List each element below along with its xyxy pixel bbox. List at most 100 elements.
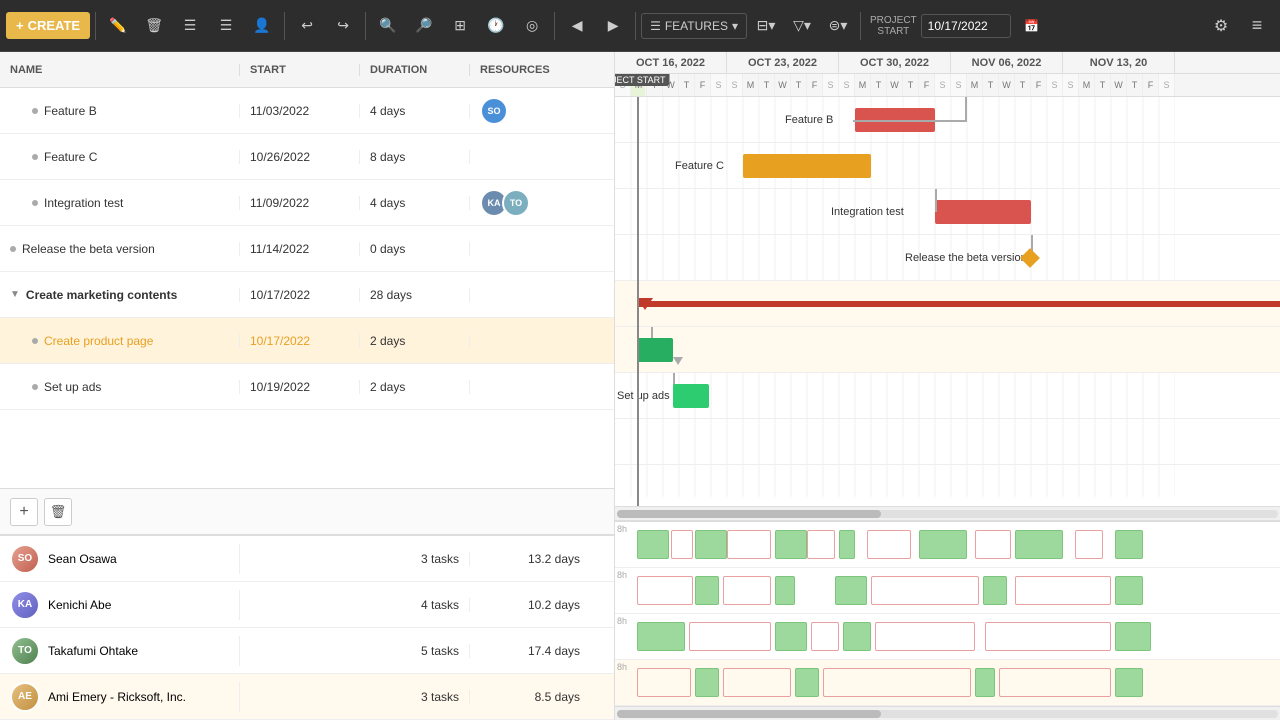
table-row[interactable]: Feature B 11/03/2022 4 days SO (0, 88, 614, 134)
resource-gantt-row: 8h (615, 660, 1280, 706)
gantt-header: OCT 16, 2022 OCT 23, 2022 OCT 30, 2022 N… (615, 52, 1280, 97)
separator-6 (860, 12, 861, 40)
gantt-day-cell: W (887, 74, 903, 96)
separator-2 (284, 12, 285, 40)
gantt-day-cell: F (919, 74, 935, 96)
create-label: CREATE (28, 18, 80, 33)
dependency-line (965, 97, 967, 120)
resource-row[interactable]: SO Sean Osawa 3 tasks 13.2 days (0, 536, 614, 582)
workload-block (919, 530, 967, 559)
cell-name: ▼ Create marketing contents (0, 288, 240, 302)
separator-4 (554, 12, 555, 40)
undo-button[interactable]: ↩ (290, 9, 324, 43)
gantt-days-row: PROJECT START (() => { const daysRow = d… (615, 74, 1280, 96)
next-button[interactable]: ▶ (596, 9, 630, 43)
project-start-date-input[interactable] (921, 14, 1011, 38)
resource-row[interactable]: TO Takafumi Ohtake 5 tasks 17.4 days (0, 628, 614, 674)
resource-gantt-scrollbar[interactable] (615, 706, 1280, 720)
resource-cell-name: TO Takafumi Ohtake (0, 636, 240, 666)
group-collapse-icon[interactable]: ▼ (10, 289, 20, 300)
cell-duration: 28 days (360, 288, 470, 302)
main-container: NAME START DURATION RESOURCES Feature B … (0, 52, 1280, 720)
gantt-day-cell: T (791, 74, 807, 96)
gantt-table: Feature B 11/03/2022 4 days SO Feature C… (0, 88, 614, 488)
gantt-day-cell: M (855, 74, 871, 96)
gantt-day-cell: T (1015, 74, 1031, 96)
col-start-header: START (240, 64, 360, 76)
zoom-out-button[interactable]: 🔎 (407, 9, 441, 43)
col-duration-header: DURATION (360, 64, 470, 76)
gantt-day-cell: F (807, 74, 823, 96)
resource-tasks: 3 tasks (360, 552, 470, 566)
gantt-day-cell: S (1047, 74, 1063, 96)
indent-button[interactable]: ☰ (173, 9, 207, 43)
workload-block (843, 622, 871, 651)
zoom-in-button[interactable]: 🔍 (371, 9, 405, 43)
gantt-day-cell: T (1095, 74, 1111, 96)
gantt-bar-feature-c[interactable] (743, 154, 871, 178)
outdent-button[interactable]: ☰ (209, 9, 243, 43)
task-dot (32, 200, 38, 206)
hamburger-button[interactable]: ≡ (1240, 9, 1274, 43)
group-button[interactable]: ⊜▾ (821, 9, 855, 43)
table-row[interactable]: Integration test 11/09/2022 4 days KA TO (0, 180, 614, 226)
workload-block-outline (811, 622, 839, 651)
circle-button[interactable]: ◎ (515, 9, 549, 43)
table-row[interactable]: Feature C 10/26/2022 8 days (0, 134, 614, 180)
cell-start: 10/17/2022 (240, 334, 360, 348)
cell-start: 11/09/2022 (240, 196, 360, 210)
features-button[interactable]: ☰ FEATURES ▾ (641, 13, 747, 39)
view-button[interactable]: ⊟▾ (749, 9, 783, 43)
gantt-bar-integration[interactable] (935, 200, 1031, 224)
table-row[interactable]: ▼ Create marketing contents 10/17/2022 2… (0, 272, 614, 318)
task-dot (32, 108, 38, 114)
gantt-day-cell: F (1143, 74, 1159, 96)
toolbar: + CREATE ✏️ 🗑 ☰ ☰ 👤 ↩ ↪ 🔍 🔎 ⊞ 🕐 ◎ ◀ ▶ ☰ … (0, 0, 1280, 52)
gantt-day-cell: M (743, 74, 759, 96)
table-row[interactable]: Release the beta version 11/14/2022 0 da… (0, 226, 614, 272)
delete-button[interactable]: 🗑 (137, 9, 171, 43)
features-icon: ☰ (650, 19, 661, 33)
gantt-month: NOV 13, 20 (1063, 52, 1175, 73)
resource-row[interactable]: KA Kenichi Abe 4 tasks 10.2 days (0, 582, 614, 628)
clock-button[interactable]: 🕐 (479, 9, 513, 43)
workload-block (637, 530, 669, 559)
workload-block-outline (727, 530, 771, 559)
avatar: TO (502, 189, 530, 217)
workload-block (637, 622, 685, 651)
prev-button[interactable]: ◀ (560, 9, 594, 43)
gantt-bar-product-page[interactable] (637, 338, 673, 362)
workload-block-outline (871, 576, 979, 605)
cell-duration: 4 days (360, 196, 470, 210)
separator-3 (365, 12, 366, 40)
cell-name: Release the beta version (0, 242, 240, 256)
col-resources-header: RESOURCES (470, 64, 590, 76)
cell-start: 11/14/2022 (240, 242, 360, 256)
cell-name: Feature B (0, 104, 240, 118)
resource-row[interactable]: AE Ami Emery - Ricksoft, Inc. 3 tasks 8.… (0, 674, 614, 720)
delete-task-button[interactable]: 🗑 (44, 498, 72, 526)
cell-name: Create product page (0, 334, 240, 348)
resource-button[interactable]: 👤 (245, 9, 279, 43)
task-dot (32, 154, 38, 160)
workload-block (795, 668, 819, 697)
gantt-bar-set-up-ads[interactable] (673, 384, 709, 408)
bottom-toolbar: + 🗑 (0, 488, 614, 534)
filter-button[interactable]: ▽▾ (785, 9, 819, 43)
create-button[interactable]: + CREATE (6, 12, 90, 39)
gantt-bar-label-integration: Integration test (831, 206, 904, 218)
fit-button[interactable]: ⊞ (443, 9, 477, 43)
calendar-icon-button[interactable]: 📅 (1015, 9, 1049, 43)
gantt-horizontal-scrollbar[interactable] (615, 506, 1280, 520)
edit-button[interactable]: ✏️ (101, 9, 135, 43)
scrollbar-thumb-2[interactable] (617, 710, 881, 718)
group-label: Create marketing contents (26, 288, 177, 302)
table-row[interactable]: Set up ads 10/19/2022 2 days (0, 364, 614, 410)
settings-button[interactable]: ⚙ (1204, 9, 1238, 43)
scrollbar-thumb[interactable] (617, 510, 881, 518)
table-row[interactable]: Create product page 10/17/2022 2 days (0, 318, 614, 364)
resource-gantt-row: 8h (615, 614, 1280, 660)
add-task-button[interactable]: + (10, 498, 38, 526)
resource-table: SO Sean Osawa 3 tasks 13.2 days KA Kenic… (0, 534, 614, 720)
redo-button[interactable]: ↪ (326, 9, 360, 43)
